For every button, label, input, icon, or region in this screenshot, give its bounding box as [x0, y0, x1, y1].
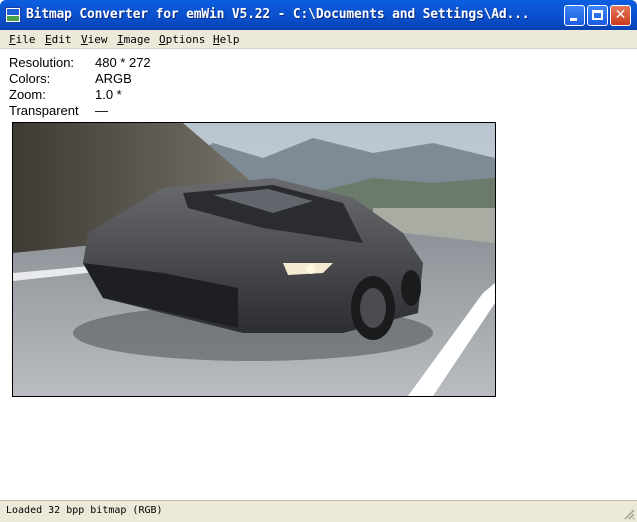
colors-label: Colors: — [9, 71, 51, 86]
minimize-icon — [570, 18, 577, 21]
menu-help[interactable]: Help — [213, 33, 240, 46]
close-icon: ✕ — [614, 7, 627, 23]
maximize-button[interactable] — [587, 5, 608, 26]
title-bar[interactable]: Bitmap Converter for emWin V5.22 - C:\Do… — [0, 0, 637, 30]
menu-image[interactable]: Image — [117, 33, 150, 46]
close-button[interactable]: ✕ — [610, 5, 631, 26]
status-bar: Loaded 32 bpp bitmap (RGB) — [0, 500, 637, 522]
resolution-label: Resolution: — [9, 55, 75, 70]
colors-value: ARGB — [95, 71, 132, 86]
resolution-value: 480 * 272 — [95, 55, 151, 70]
menu-edit[interactable]: Edit — [45, 33, 72, 46]
menu-file[interactable]: File — [9, 33, 36, 46]
bitmap-preview — [12, 122, 496, 397]
transparent-label: Transparent — [9, 103, 79, 118]
menu-view[interactable]: View — [81, 33, 108, 46]
transparent-value: — — [95, 103, 108, 118]
zoom-value: 1.0 * — [95, 87, 122, 102]
menu-bar: File Edit View Image Options Help — [0, 30, 637, 49]
menu-options[interactable]: Options — [159, 33, 205, 46]
status-text: Loaded 32 bpp bitmap (RGB) — [6, 505, 163, 516]
maximize-icon — [592, 10, 603, 20]
zoom-label: Zoom: — [9, 87, 46, 102]
resize-grip-icon[interactable] — [623, 508, 635, 520]
window-title: Bitmap Converter for emWin V5.22 - C:\Do… — [26, 7, 530, 22]
image-view[interactable]: Resolution: 480 * 272 Colors: ARGB Zoom:… — [0, 49, 637, 500]
app-icon[interactable] — [5, 7, 21, 23]
car-image — [13, 123, 495, 396]
minimize-button[interactable] — [564, 5, 585, 26]
